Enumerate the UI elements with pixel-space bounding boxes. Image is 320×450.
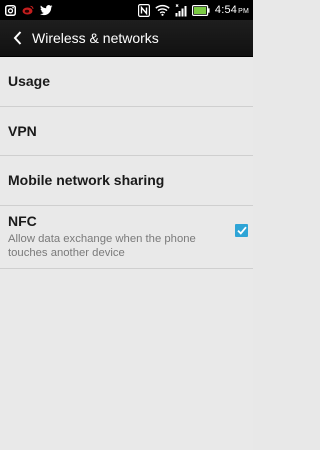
chevron-left-icon [13,31,22,45]
settings-item-nfc[interactable]: NFC Allow data exchange when the phone t… [0,206,253,269]
settings-item-mobile-network-sharing[interactable]: Mobile network sharing [0,156,253,206]
settings-list: Usage VPN Mobile network sharing NFC All… [0,57,253,269]
instagram-icon [5,4,16,16]
nfc-summary: Allow data exchange when the phone touch… [8,233,196,259]
status-bar: 4:54PM [0,0,253,20]
settings-item-label: VPN [8,122,37,139]
twitter-icon [40,4,53,16]
nfc-text-block: NFC Allow data exchange when the phone t… [8,213,218,260]
clock-ampm: PM [238,8,249,15]
page-title: Wireless & networks [32,30,159,46]
signal-icon [175,3,187,17]
clock: 4:54PM [215,4,249,16]
checkmark-icon [236,226,247,235]
weibo-icon [22,5,34,15]
settings-screen: 4:54PM Wireless & networks Usage VPN Mob… [0,0,253,450]
notification-icons [5,3,53,17]
wifi-icon [155,4,170,16]
battery-icon [191,4,210,16]
settings-item-label: Mobile network sharing [8,172,165,189]
settings-item-label: NFC [8,213,37,229]
settings-item-vpn[interactable]: VPN [0,107,253,156]
settings-item-label: Usage [8,73,51,90]
system-icons: 4:54PM [137,2,249,18]
settings-item-usage[interactable]: Usage [0,57,253,107]
back-button[interactable] [4,20,30,56]
nfc-icon [137,3,150,17]
clock-time: 4:54 [214,4,238,16]
nfc-checkbox[interactable] [235,223,248,237]
action-bar: Wireless & networks [0,20,253,57]
